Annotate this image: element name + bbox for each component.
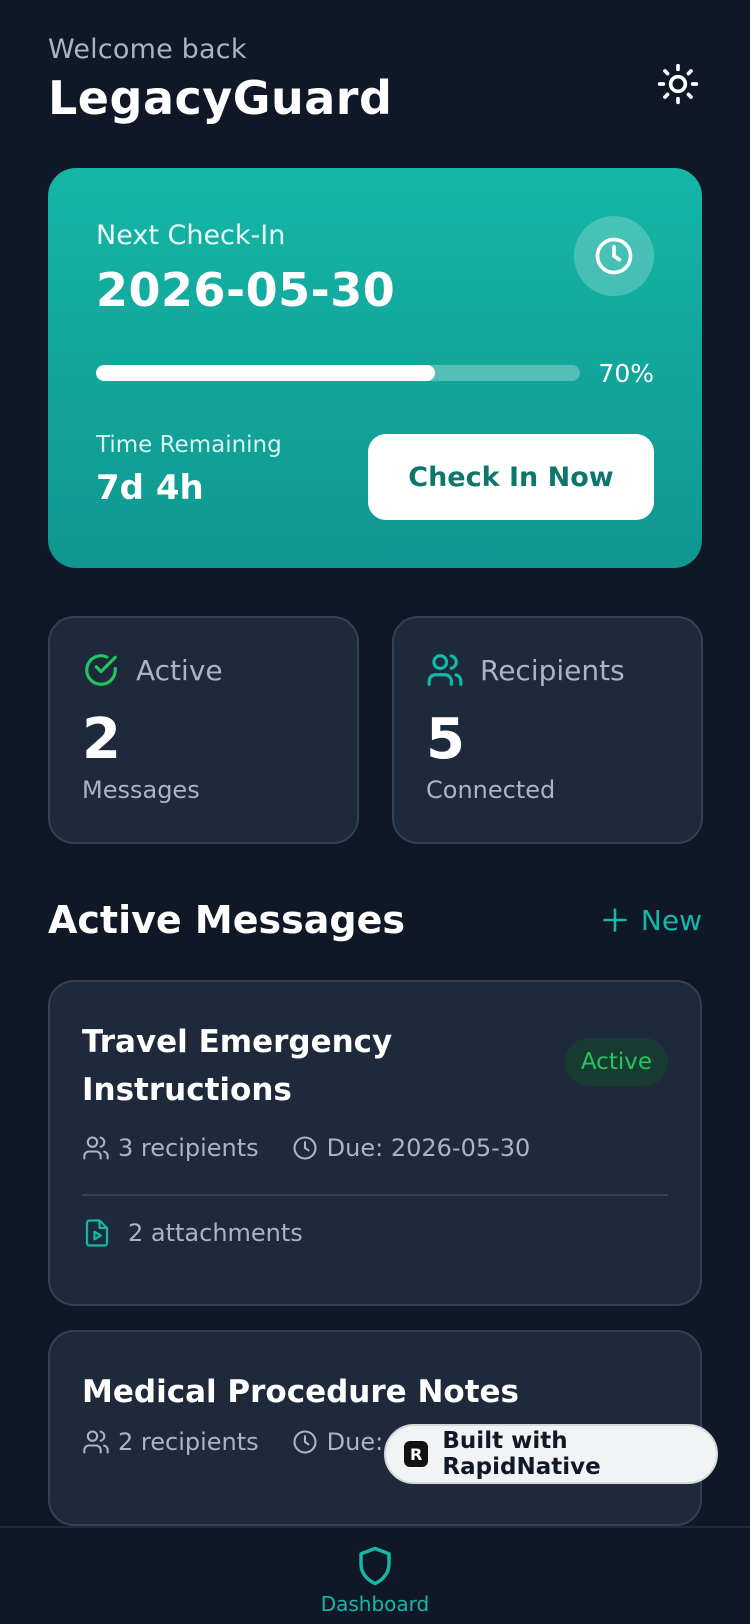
check-circle-icon (85, 654, 117, 686)
theme-toggle-button[interactable] (654, 60, 702, 108)
stat-sub: Messages (82, 776, 200, 804)
attachments-text: 2 attachments (128, 1219, 303, 1247)
stat-label: Recipients (480, 653, 625, 687)
built-with-label: Built with RapidNative (442, 1428, 601, 1480)
recipients-stat[interactable]: Recipients 5 Connected (392, 616, 703, 844)
recipients-text: 2 recipients (118, 1428, 259, 1456)
message-meta: 3 recipients Due: 2026-05-30 (82, 1134, 668, 1162)
attachments-row: 2 attachments (82, 1218, 668, 1248)
active-messages-stat[interactable]: Active 2 Messages (48, 616, 359, 844)
stat-head: Active (82, 650, 325, 690)
time-remaining: Time Remaining 7d 4h (96, 432, 282, 508)
rapidnative-logo-icon: R (404, 1441, 429, 1467)
nav-label: Dashboard (320, 1592, 430, 1616)
clock-icon (595, 237, 633, 275)
due-text: Due: 2026-05-30 (326, 1134, 531, 1162)
new-label: New (640, 903, 702, 937)
check-in-now-button[interactable]: Check In Now (368, 434, 654, 520)
clock-badge (574, 216, 654, 296)
nav-item-dashboard[interactable]: Dashboard (0, 1544, 750, 1616)
due-meta: Due: 2026-05-30 (291, 1134, 531, 1162)
checkin-date: 2026-05-30 (96, 263, 396, 317)
checkin-card: Next Check-In 2026-05-30 70% Time Remain… (48, 168, 702, 568)
time-remaining-label: Time Remaining (96, 432, 282, 458)
built-with-badge[interactable]: R Built with RapidNative (384, 1424, 718, 1484)
users-icon (83, 1136, 109, 1160)
progress-fill (96, 365, 436, 381)
recipients-meta: 3 recipients (82, 1134, 259, 1162)
stat-label: Active (136, 653, 223, 687)
message-title: Medical Procedure Notes (82, 1374, 520, 1410)
message-card[interactable]: Travel Emergency Instructions Active 3 r… (48, 980, 702, 1306)
progress-track (96, 365, 581, 381)
section-title: Active Messages (48, 898, 405, 942)
app-title: LegacyGuard (48, 71, 393, 125)
recipients-text: 3 recipients (118, 1134, 259, 1162)
checkin-label: Next Check-In (96, 220, 286, 251)
stat-head: Recipients (426, 650, 669, 690)
header: Welcome back LegacyGuard (48, 34, 702, 134)
progress-text: 70% (598, 358, 654, 388)
file-video-icon (85, 1219, 109, 1247)
stat-value: 2 (82, 707, 121, 772)
stat-sub: Connected (426, 776, 556, 804)
time-remaining-value: 7d 4h (96, 468, 204, 508)
status-badge: Active (564, 1038, 668, 1086)
shield-icon (359, 1546, 391, 1586)
clock-icon (293, 1430, 317, 1454)
users-icon (83, 1430, 109, 1454)
welcome-text: Welcome back (48, 34, 247, 65)
recipients-meta: 2 recipients (82, 1428, 259, 1456)
stat-value: 5 (426, 707, 465, 772)
plus-icon (603, 908, 627, 932)
users-icon (427, 654, 463, 686)
bottom-nav: Dashboard (0, 1526, 750, 1624)
sun-icon (657, 63, 699, 105)
new-message-button[interactable]: New (601, 904, 702, 937)
active-messages-header: Active Messages New (48, 894, 702, 946)
clock-icon (293, 1136, 317, 1160)
divider (82, 1194, 668, 1196)
progress-row: 70% (96, 358, 654, 388)
message-title: Travel Emergency Instructions (82, 1024, 393, 1108)
